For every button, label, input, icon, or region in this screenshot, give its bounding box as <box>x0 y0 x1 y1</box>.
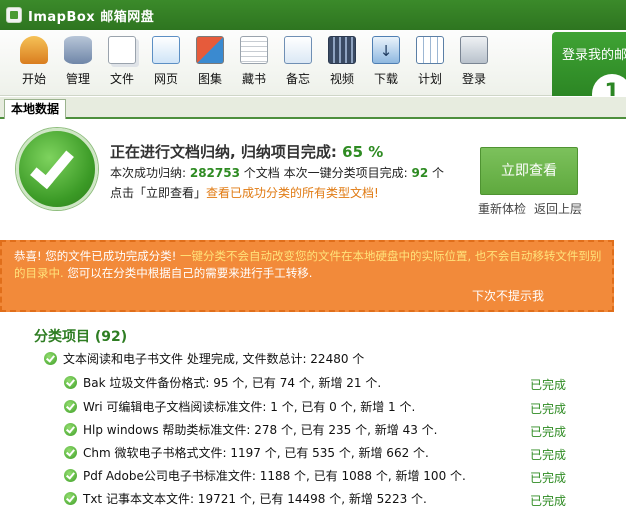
check-circle-icon <box>64 492 77 505</box>
list-item[interactable]: Hlp windows 帮助类标准文件: 278 个, 已有 235 个, 新增… <box>64 421 437 441</box>
status-percent-sign: % <box>363 143 384 161</box>
check-circle-icon <box>64 376 77 389</box>
toolbar-memo-label: 备忘 <box>285 72 310 86</box>
toolbar: 开始 管理 文件 网页 图集 藏书 备忘 视频 ↓ 下载 计划 登录 <box>0 30 626 96</box>
hint-link[interactable]: 查看已成功分类的所有类型文档! <box>206 186 379 200</box>
check-circle-icon <box>64 423 77 436</box>
success-check-icon <box>16 128 98 210</box>
toolbar-start-button[interactable]: 开始 <box>14 36 54 92</box>
back-link[interactable]: 返回上层 <box>534 200 582 217</box>
window-title: ImapBox 邮箱网盘 <box>28 9 155 25</box>
calendar-icon <box>416 36 444 64</box>
list-item-text: Txt 记事本文本文件: 19721 个, 已有 14498 个, 新增 522… <box>83 492 427 506</box>
toolbar-manage-label: 管理 <box>65 72 90 86</box>
login-promo-button[interactable]: 登录我的邮 1 <box>552 32 626 96</box>
lighthouse-icon <box>20 36 48 64</box>
toolbar-plan-button[interactable]: 计划 <box>410 36 450 92</box>
download-arrow-icon: ↓ <box>372 36 400 64</box>
category-group-row[interactable]: 文本阅读和电子书文件 处理完成, 文件数总计: 22480 个 <box>44 350 364 370</box>
hint-prefix: 点击「立即查看」 <box>110 186 207 200</box>
status-hint-line: 点击「立即查看」查看已成功分类的所有类型文档! <box>110 184 379 201</box>
status-badge: 已完成 <box>530 494 567 508</box>
summary-unit: 个 <box>428 166 444 180</box>
check-circle-icon <box>64 446 77 459</box>
notice-tip: 您可以在分类中根据自己的需要来进行手工转移. <box>67 266 313 280</box>
toolbar-books-label: 藏书 <box>241 72 266 86</box>
film-strip-icon <box>328 36 356 64</box>
toolbar-web-label: 网页 <box>153 72 178 86</box>
check-circle-icon <box>44 352 57 365</box>
toolbar-file-label: 文件 <box>109 72 134 86</box>
status-title: 正在进行文档归纳, 归纳项目完成: 65 % <box>110 141 383 162</box>
category-header: 分类项目 (92) <box>34 329 128 345</box>
check-circle-icon <box>64 469 77 482</box>
toolbar-manage-button[interactable]: 管理 <box>58 36 98 92</box>
summary-doc-count: 282753 <box>189 166 240 180</box>
summary-mid-text: 个文档 本次一键分类项目完成: <box>239 166 412 180</box>
toolbar-web-button[interactable]: 网页 <box>146 36 186 92</box>
list-item[interactable]: Pdf Adobe公司电子书标准文件: 1188 个, 已有 1088 个, 新… <box>64 467 466 487</box>
toolbar-login-button[interactable]: 登录 <box>454 36 494 92</box>
recheck-link[interactable]: 重新体检 <box>478 200 526 217</box>
book-icon <box>240 36 268 64</box>
documents-icon <box>108 36 136 64</box>
list-item-text: Wri 可编辑电子文档阅读标准文件: 1 个, 已有 0 个, 新增 1 个. <box>83 400 416 414</box>
toolbar-memo-button[interactable]: 备忘 <box>278 36 318 92</box>
toolbar-start-label: 开始 <box>21 72 46 86</box>
webpage-icon <box>152 36 180 64</box>
summary-item-count: 92 <box>411 166 429 180</box>
status-summary-line: 本次成功归纳: 282753 个文档 本次一键分类项目完成: 92 个 <box>110 164 444 181</box>
toolbar-books-button[interactable]: 藏书 <box>234 36 274 92</box>
status-title-text: 正在进行文档归纳, 归纳项目完成: <box>110 143 343 161</box>
toolbar-plan-label: 计划 <box>417 72 442 86</box>
view-now-button[interactable]: 立即查看 <box>480 147 578 195</box>
memo-icon <box>284 36 312 64</box>
list-item-text: Pdf Adobe公司电子书标准文件: 1188 个, 已有 1088 个, 新… <box>83 469 466 483</box>
check-circle-icon <box>64 400 77 413</box>
status-badge: 已完成 <box>530 425 567 439</box>
tab-local-data[interactable]: 本地数据 <box>4 99 67 119</box>
database-icon <box>64 36 92 64</box>
summary-label: 本次成功归纳: <box>110 166 190 180</box>
status-badge: 已完成 <box>530 402 567 416</box>
list-item[interactable]: Txt 记事本文本文件: 19721 个, 已有 14498 个, 新增 522… <box>64 490 427 510</box>
dont-show-again-link[interactable]: 下次不提示我 <box>472 287 544 304</box>
list-item-text: Bak 垃圾文件备份格式: 95 个, 已有 74 个, 新增 21 个. <box>83 376 382 390</box>
list-item[interactable]: Bak 垃圾文件备份格式: 95 个, 已有 74 个, 新增 21 个. <box>64 374 381 394</box>
category-group-label: 文本阅读和电子书文件 处理完成, 文件数总计: 22480 个 <box>63 352 365 366</box>
status-badge: 已完成 <box>530 378 567 392</box>
toolbar-gallery-button[interactable]: 图集 <box>190 36 230 92</box>
picture-gallery-icon <box>196 36 224 64</box>
tab-strip: 本地数据 <box>0 97 626 119</box>
list-item[interactable]: Chm 微软电子书格式文件: 1197 个, 已有 535 个, 新增 662 … <box>64 444 429 464</box>
notice-congrats: 恭喜! 您的文件已成功完成分类! <box>14 249 177 263</box>
toolbar-login-label: 登录 <box>461 72 486 86</box>
list-item-text: Chm 微软电子书格式文件: 1197 个, 已有 535 个, 新增 662 … <box>83 446 429 460</box>
toolbar-video-button[interactable]: 视频 <box>322 36 362 92</box>
status-badge: 已完成 <box>530 471 567 485</box>
toolbar-download-label: 下载 <box>373 72 398 86</box>
toolbar-file-button[interactable]: 文件 <box>102 36 142 92</box>
toolbar-video-label: 视频 <box>329 72 354 86</box>
status-badge: 已完成 <box>530 448 567 462</box>
mail-server-icon <box>460 36 488 64</box>
list-item-text: Hlp windows 帮助类标准文件: 278 个, 已有 235 个, 新增… <box>83 423 438 437</box>
toolbar-gallery-label: 图集 <box>197 72 222 86</box>
title-bar: ImapBox 邮箱网盘 <box>0 0 626 30</box>
app-logo-icon <box>6 7 22 23</box>
status-percent: 65 <box>342 143 364 161</box>
promo-label: 登录我的邮 <box>562 48 626 63</box>
promo-number-badge: 1 <box>592 74 626 96</box>
toolbar-download-button[interactable]: ↓ 下载 <box>366 36 406 92</box>
list-item[interactable]: Wri 可编辑电子文档阅读标准文件: 1 个, 已有 0 个, 新增 1 个. <box>64 398 415 418</box>
